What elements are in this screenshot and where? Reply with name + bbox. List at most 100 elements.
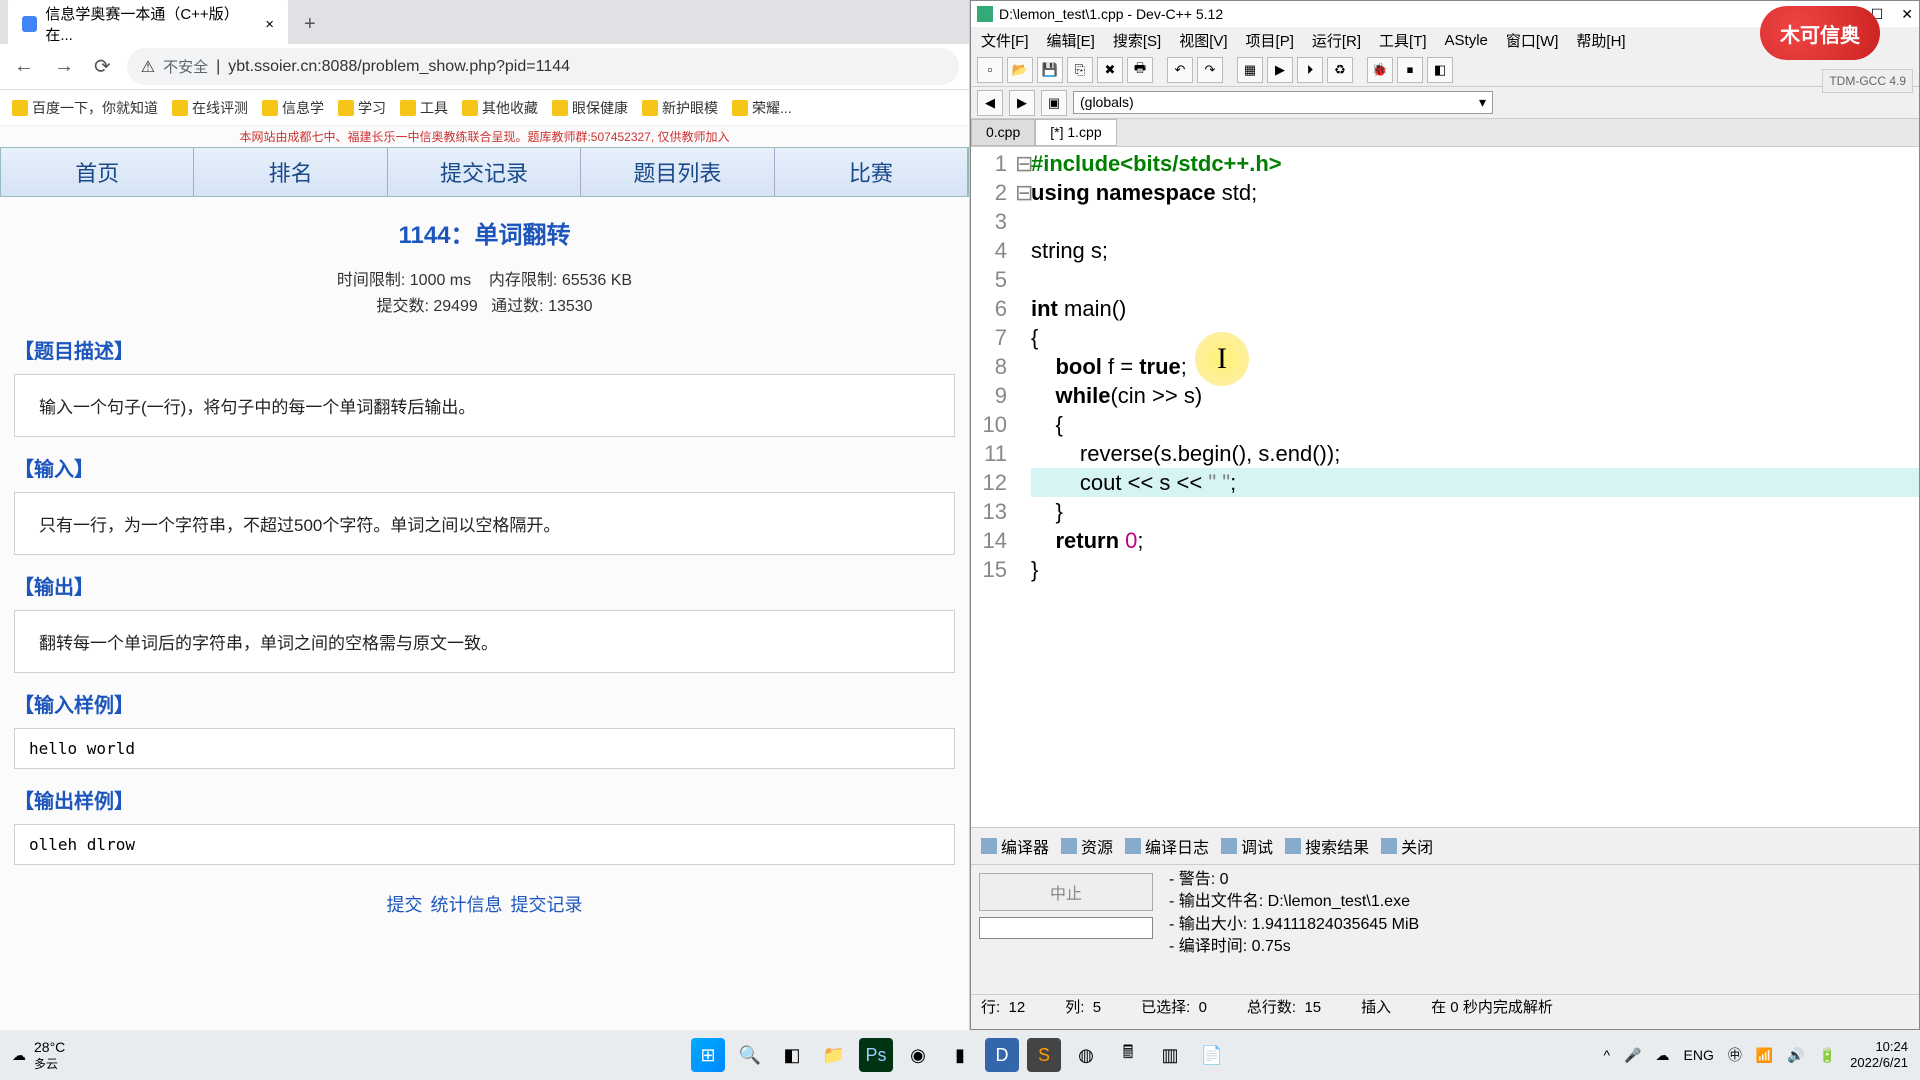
bookmark-item[interactable]: 信息学 [262, 98, 324, 118]
bookmark-item[interactable]: 百度一下，你就知道 [12, 98, 158, 118]
problem-meta: 时间限制: 1000 ms 内存限制: 65536 KB 提交数: 29499 … [0, 268, 969, 319]
bottom-tab[interactable]: 编译器 [977, 832, 1053, 860]
print-icon[interactable]: 🖶 [1127, 57, 1153, 83]
temperature: 28°C [34, 1039, 65, 1055]
taskview-icon[interactable]: ◧ [775, 1038, 809, 1072]
bookmark-item[interactable]: 新护眼模 [642, 98, 718, 118]
menu-item[interactable]: 项目[P] [1246, 30, 1294, 51]
mic-icon[interactable]: 🎤 [1624, 1047, 1641, 1064]
devcpp-taskbar-icon[interactable]: D [985, 1038, 1019, 1072]
bottom-tab[interactable]: 编译日志 [1121, 832, 1213, 860]
menu-item[interactable]: 搜索[S] [1113, 30, 1161, 51]
bookmark-item[interactable]: 眼保健康 [552, 98, 628, 118]
taskbar: ☁ 28°C 多云 ⊞ 🔍 ◧ 📁 Ps ◉ ▮ D S ◍ 🖩 ▥ 📄 ^ 🎤… [0, 1030, 1920, 1080]
lang-indicator[interactable]: ENG [1684, 1047, 1714, 1063]
favicon [22, 16, 37, 32]
app-icon-2[interactable]: ◍ [1069, 1038, 1103, 1072]
site-nav-tab[interactable]: 首页 [1, 148, 194, 196]
open-icon[interactable]: 📂 [1007, 57, 1033, 83]
bookmark-item[interactable]: 其他收藏 [462, 98, 538, 118]
menu-item[interactable]: 编辑[E] [1047, 30, 1095, 51]
bookmark-item[interactable]: 荣耀... [732, 98, 792, 118]
clock[interactable]: 10:24 2022/6/21 [1850, 1039, 1908, 1070]
menu-item[interactable]: AStyle [1445, 32, 1488, 49]
bookmark-item[interactable]: 工具 [400, 98, 448, 118]
menu-item[interactable]: 帮助[H] [1576, 30, 1625, 51]
rebuild-icon[interactable]: ♻ [1327, 57, 1353, 83]
profile-icon[interactable]: ◧ [1427, 57, 1453, 83]
site-nav-tab[interactable]: 比赛 [775, 148, 968, 196]
photoshop-icon[interactable]: Ps [859, 1038, 893, 1072]
bottom-panel-tabs: 编译器资源编译日志调试搜索结果关闭 [971, 827, 1919, 864]
save-icon[interactable]: 💾 [1037, 57, 1063, 83]
calc-icon[interactable]: 🖩 [1111, 1038, 1145, 1072]
menu-item[interactable]: 运行[R] [1312, 30, 1361, 51]
wifi-icon[interactable]: 📶 [1756, 1047, 1773, 1064]
address-bar[interactable]: ⚠ 不安全 | ybt.ssoier.cn:8088/problem_show.… [127, 48, 959, 85]
section-input-h: 【输入】 [14, 453, 955, 482]
close-file-icon[interactable]: ✖ [1097, 57, 1123, 83]
debug-icon[interactable]: 🐞 [1367, 57, 1393, 83]
bottom-tab[interactable]: 关闭 [1377, 832, 1437, 860]
footer-link[interactable]: 统计信息 [431, 895, 503, 915]
editor-tab[interactable]: [*] 1.cpp [1035, 119, 1116, 146]
weather-icon: ☁ [12, 1047, 26, 1064]
onedrive-icon[interactable]: ☁ [1656, 1047, 1670, 1064]
system-tray: ^ 🎤 ☁ ENG ㊥ 📶 🔊 🔋 10:24 2022/6/21 [1603, 1039, 1908, 1070]
compile-run-icon[interactable]: ⏵ [1297, 57, 1323, 83]
fwd-icon[interactable]: ▶ [1009, 90, 1035, 116]
close-button[interactable]: ✕ [1901, 6, 1913, 23]
tray-chevron-icon[interactable]: ^ [1603, 1047, 1610, 1063]
sublime-icon[interactable]: S [1027, 1038, 1061, 1072]
forward-button[interactable]: → [50, 51, 78, 82]
new-tab-button[interactable]: + [296, 9, 324, 40]
menu-item[interactable]: 文件[F] [981, 30, 1029, 51]
menu-item[interactable]: 工具[T] [1379, 30, 1427, 51]
bottom-tab[interactable]: 资源 [1057, 832, 1117, 860]
bottom-tab[interactable]: 调试 [1217, 832, 1277, 860]
reload-button[interactable]: ⟳ [90, 50, 115, 83]
redo-icon[interactable]: ↷ [1197, 57, 1223, 83]
scope-combo[interactable]: (globals)▾ [1073, 91, 1493, 114]
explorer-icon[interactable]: 📁 [817, 1038, 851, 1072]
ime-icon[interactable]: ㊥ [1728, 1045, 1742, 1065]
stop-icon[interactable]: ⏹ [1397, 57, 1423, 83]
bookmark-item[interactable]: 学习 [338, 98, 386, 118]
browser-tab[interactable]: 信息学奥赛一本通（C++版）在... × [8, 0, 288, 53]
battery-icon[interactable]: 🔋 [1819, 1047, 1836, 1064]
problem-title: 1144：单词翻转 [0, 197, 969, 268]
bookmark-item[interactable]: 在线评测 [172, 98, 248, 118]
menu-item[interactable]: 视图[V] [1179, 30, 1227, 51]
compile-log: - 警告: 0- 输出文件名: D:\lemon_test\1.exe- 输出大… [1161, 865, 1919, 994]
compile-icon[interactable]: ▦ [1237, 57, 1263, 83]
site-nav-tab[interactable]: 题目列表 [581, 148, 774, 196]
new-file-icon[interactable]: ▫ [977, 57, 1003, 83]
stop-compile-button[interactable]: 中止 [979, 873, 1153, 911]
run-icon[interactable]: ▶ [1267, 57, 1293, 83]
footer-link[interactable]: 提交记录 [511, 895, 583, 915]
site-nav-tab[interactable]: 排名 [194, 148, 387, 196]
site-nav-tab[interactable]: 提交记录 [388, 148, 581, 196]
editor-tab[interactable]: 0.cpp [971, 119, 1035, 146]
app-icon-1[interactable]: ▮ [943, 1038, 977, 1072]
chrome-icon[interactable]: ◉ [901, 1038, 935, 1072]
close-tab-icon[interactable]: × [265, 16, 274, 33]
saveall-icon[interactable]: ⎘ [1067, 57, 1093, 83]
back-button[interactable]: ← [10, 51, 38, 82]
footer-link[interactable]: 提交 [387, 895, 423, 915]
undo-icon[interactable]: ↶ [1167, 57, 1193, 83]
app-icon-3[interactable]: ▥ [1153, 1038, 1187, 1072]
section-desc-h: 【题目描述】 [14, 335, 955, 364]
notepad-icon[interactable]: 📄 [1195, 1038, 1229, 1072]
weather-widget[interactable]: ☁ 28°C 多云 [12, 1039, 65, 1072]
bottom-tab[interactable]: 搜索结果 [1281, 832, 1373, 860]
start-button[interactable]: ⊞ [691, 1038, 725, 1072]
url-text: ybt.ssoier.cn:8088/problem_show.php?pid=… [228, 58, 570, 76]
goto-icon[interactable]: ▣ [1041, 90, 1067, 116]
code-editor[interactable]: 123456789101112131415 ⊟⊟ #include<bits/s… [971, 147, 1919, 827]
search-icon[interactable]: 🔍 [733, 1038, 767, 1072]
code-area[interactable]: #include<bits/stdc++.h>using namespace s… [1031, 147, 1919, 827]
menu-item[interactable]: 窗口[W] [1506, 30, 1559, 51]
volume-icon[interactable]: 🔊 [1787, 1047, 1804, 1064]
back-icon[interactable]: ◀ [977, 90, 1003, 116]
